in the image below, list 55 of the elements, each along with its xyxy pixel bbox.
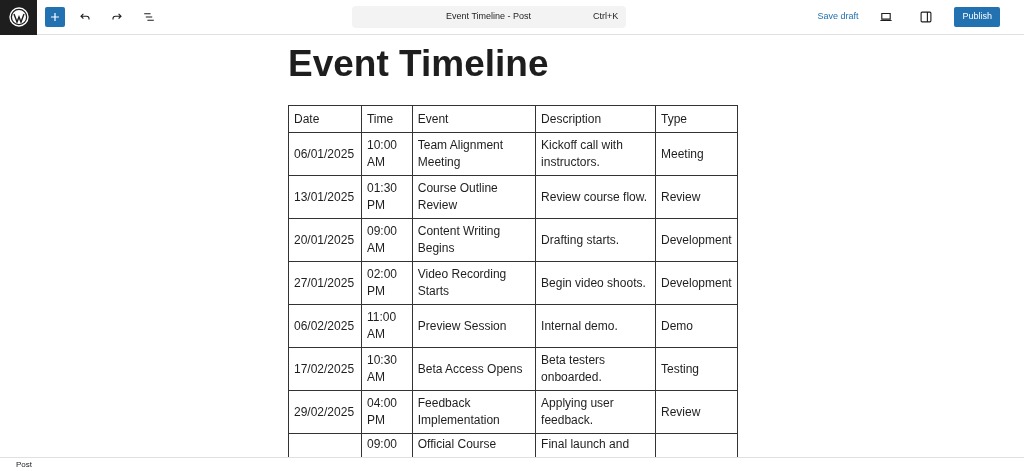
table-cell: 17/02/2025 [288, 347, 362, 391]
document-title: Event Timeline - Post [445, 10, 533, 24]
table-cell: Preview Session [412, 304, 536, 348]
table-cell: Development [655, 218, 738, 262]
undo-icon [80, 13, 90, 20]
status-breadcrumb[interactable]: Post [16, 458, 32, 471]
post-title[interactable]: Event Timeline [288, 40, 738, 87]
table-cell: 01:30 PM [361, 175, 413, 219]
column-header: Description [535, 105, 656, 133]
table-cell: Drafting starts. [535, 218, 656, 262]
plus-icon [50, 12, 60, 22]
table-cell: 10:00 AM [361, 132, 413, 176]
table-cell: Review [655, 390, 738, 434]
table-cell: Review [655, 175, 738, 219]
table-cell: Beta testers onboarded. [535, 347, 656, 391]
table-cell: 27/01/2025 [288, 261, 362, 305]
table-cell: Content Writing Begins [412, 218, 536, 262]
table-cell: Internal demo. [535, 304, 656, 348]
command-bar[interactable]: Event Timeline - Post Ctrl+K [352, 6, 627, 28]
table-cell: Course Outline Review [412, 175, 536, 219]
wordpress-logo-icon[interactable] [8, 7, 29, 27]
redo-icon [112, 13, 122, 20]
table-cell: Video Recording Starts [412, 261, 536, 305]
column-header: Time [361, 105, 413, 133]
table-cell: Applying user feedback. [535, 390, 656, 434]
table-cell: Feedback Implementation [412, 390, 536, 434]
list-view-icon [143, 13, 155, 21]
sidebar-panel-icon [921, 11, 932, 23]
column-header: Event [412, 105, 536, 133]
table-cell: 06/01/2025 [288, 132, 362, 176]
add-block-button[interactable] [45, 7, 65, 27]
table-cell: Demo [655, 304, 738, 348]
table-cell: 13/01/2025 [288, 175, 362, 219]
table-cell: 09:00 AM [361, 218, 413, 262]
table-cell: Begin video shoots. [535, 261, 656, 305]
column-header: Date [288, 105, 362, 133]
table-cell: Beta Access Opens [412, 347, 536, 391]
table-cell: Testing [655, 347, 738, 391]
column-header: Type [655, 105, 738, 133]
laptop-icon [880, 12, 893, 22]
table-cell: Review course flow. [535, 175, 656, 219]
table-cell: 10:30 AM [361, 347, 413, 391]
table-cell: 04:00 PM [361, 390, 413, 434]
table-cell: 29/02/2025 [288, 390, 362, 434]
table-cell: Meeting [655, 132, 738, 176]
keyboard-shortcut: Ctrl+K [592, 10, 619, 24]
table-cell: 02:00 PM [361, 261, 413, 305]
publish-button[interactable]: Publish [954, 7, 1000, 27]
table-cell: Kickoff call with instructors. [535, 132, 656, 176]
table-cell: 06/02/2025 [288, 304, 362, 348]
table-cell: Development [655, 261, 738, 305]
table-cell: Team Alignment Meeting [412, 132, 536, 176]
table-cell: 11:00 AM [361, 304, 413, 348]
table-cell: 20/01/2025 [288, 218, 362, 262]
save-draft-button[interactable]: Save draft [817, 10, 859, 24]
